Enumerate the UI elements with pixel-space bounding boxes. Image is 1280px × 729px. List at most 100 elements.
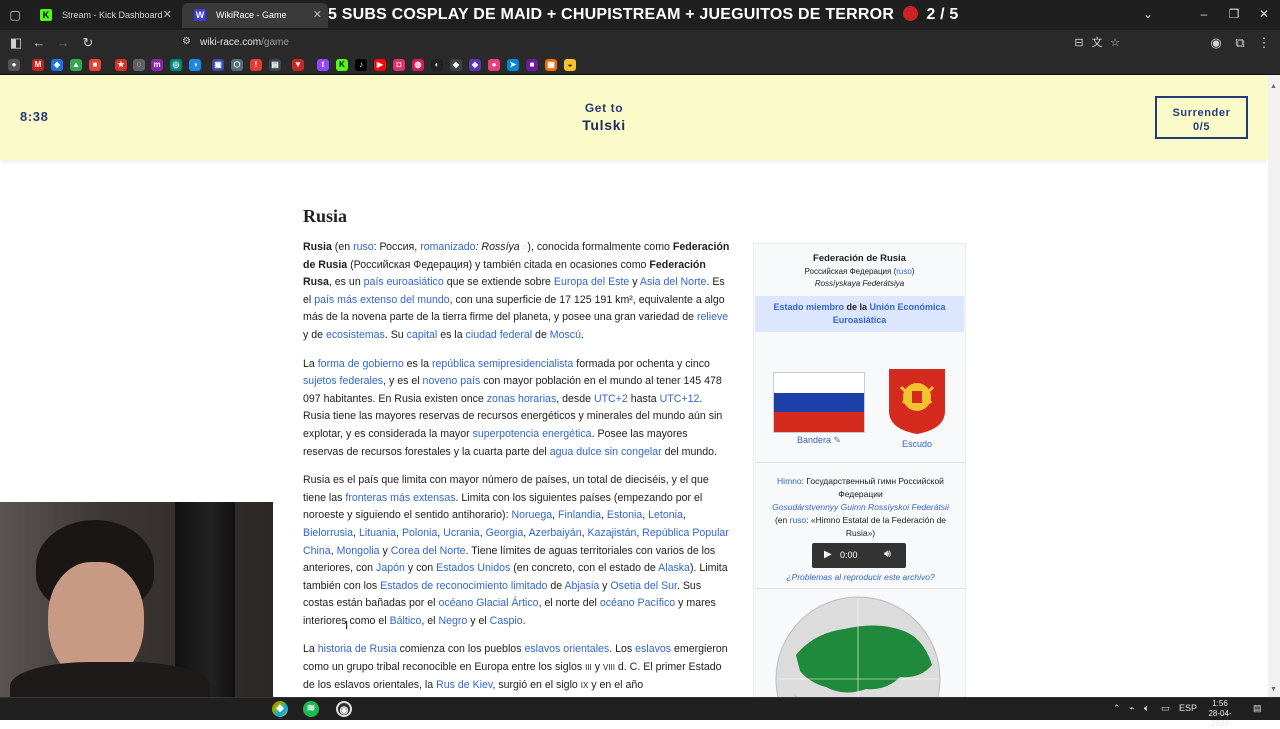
flag-caption[interactable]: Bandera ✎ [773, 435, 865, 446]
coat-of-arms-image[interactable] [887, 367, 947, 435]
article-link[interactable]: república semipresidencialista [432, 358, 573, 370]
article-link[interactable]: Polonia [402, 527, 437, 539]
bookmark-icon[interactable]: ! [250, 59, 262, 71]
bookmark-icon[interactable]: ▼ [292, 59, 304, 71]
article-link[interactable]: historia de Rusia [318, 643, 397, 655]
article-link[interactable]: capital [407, 329, 438, 341]
article-link[interactable]: Estonia [607, 509, 642, 521]
article-link[interactable]: Osetia del Sur [610, 580, 677, 592]
article-link[interactable]: ecosistemas [326, 329, 385, 341]
close-icon[interactable]: ✕ [313, 3, 322, 28]
tray-chevron-icon[interactable]: ⌃ [1113, 703, 1121, 714]
tab-actions-icon[interactable]: ▢ [6, 6, 24, 24]
bookmark-icon[interactable]: ◑ [189, 59, 201, 71]
article-link[interactable]: Negro [438, 615, 467, 627]
bookmark-icon[interactable]: ◆ [51, 59, 63, 71]
bookmark-drive-icon[interactable]: ▲ [70, 59, 82, 71]
article-link[interactable]: UTC+2 [594, 393, 628, 405]
forward-icon[interactable]: → [55, 35, 71, 51]
bookmark-icon[interactable]: ⬡ [231, 59, 243, 71]
article-link[interactable]: Noruega [511, 509, 552, 521]
article-link[interactable]: Báltico [390, 615, 422, 627]
orthographic-map-image[interactable] [774, 595, 942, 697]
article-link[interactable]: agua dulce sin congelar [550, 446, 662, 458]
bookmark-icon[interactable]: ▤ [269, 59, 281, 71]
bookmark-gmail-icon[interactable]: M [32, 59, 44, 71]
article-link[interactable]: superpotencia energética [473, 428, 592, 440]
article-link[interactable]: relieve [697, 311, 728, 323]
article-link[interactable]: ciudad federal [466, 329, 533, 341]
bookmark-icon[interactable]: ◎ [170, 59, 182, 71]
article-link[interactable]: noveno país [423, 375, 481, 387]
taskbar-clock[interactable]: 1:56 28-04-2026 [1200, 699, 1240, 729]
bookmark-icon[interactable]: ◈ [469, 59, 481, 71]
bookmark-icon[interactable]: ◒ [564, 59, 576, 71]
article-link[interactable]: romanizado [420, 241, 475, 253]
article-link[interactable]: eslavos orientales [524, 643, 609, 655]
language-link[interactable]: ruso [896, 267, 912, 276]
article-link[interactable]: forma de gobierno [318, 358, 404, 370]
article-link[interactable]: océano Pacífico [600, 597, 675, 609]
bookmark-icon[interactable]: ◍ [412, 59, 424, 71]
bookmark-twitch-icon[interactable]: t [317, 59, 329, 71]
article-link[interactable]: UTC+12 [660, 393, 700, 405]
bookmark-icon[interactable]: ★ [115, 59, 127, 71]
article-link[interactable]: Mongolia [337, 545, 380, 557]
article-link[interactable]: Japón [376, 562, 405, 574]
back-icon[interactable]: ← [31, 35, 47, 51]
bookmark-icon[interactable]: ● [488, 59, 500, 71]
article-link[interactable]: Letonia [648, 509, 683, 521]
bookmark-icon[interactable]: ◐ [431, 59, 443, 71]
anthem-link[interactable]: Himno [777, 476, 802, 486]
obs-icon[interactable]: ◉ [336, 701, 352, 717]
article-link[interactable]: Moscú [550, 329, 581, 341]
article-link[interactable]: Asia del Norte [640, 276, 707, 288]
bookmark-icon[interactable]: ▦ [545, 59, 557, 71]
close-window-icon[interactable]: ✕ [1257, 7, 1271, 21]
sidebar-toggle-icon[interactable]: ◧ [8, 35, 24, 51]
russia-flag-image[interactable] [773, 372, 865, 433]
extensions-icon[interactable]: ⧉ [1232, 35, 1248, 51]
site-info-icon[interactable]: ⚙ [182, 36, 191, 47]
member-state-link[interactable]: Estado miembro [773, 302, 844, 312]
bookmark-github-icon[interactable]: ● [8, 59, 20, 71]
language-indicator[interactable]: ESP [1179, 703, 1197, 713]
bookmark-icon[interactable]: ◌ [133, 59, 145, 71]
bookmark-tiktok-icon[interactable]: ♪ [355, 59, 367, 71]
close-icon[interactable]: ✕ [163, 3, 172, 28]
article-link[interactable]: Kazajistán [587, 527, 636, 539]
article-link[interactable]: Rus de Kiev [436, 679, 492, 691]
article-link[interactable]: Alaska [658, 562, 690, 574]
article-link[interactable]: Estados de reconocimiento limitado [380, 580, 547, 592]
article-link[interactable]: Estados Unidos [436, 562, 510, 574]
article-link[interactable]: Abjasia [564, 580, 599, 592]
bookmark-icon[interactable]: ◆ [450, 59, 462, 71]
spotify-icon[interactable]: ≋ [303, 701, 319, 717]
tab-wikirace-game[interactable]: W WikiRace - Game ✕ [182, 3, 328, 28]
volume-icon[interactable]: 🔊︎ [884, 548, 891, 561]
bookmark-icon[interactable]: ➤ [507, 59, 519, 71]
article-link[interactable]: Caspio [490, 615, 523, 627]
menu-icon[interactable]: ⋮ [1256, 35, 1272, 51]
copilot-icon[interactable]: ◆ [272, 701, 288, 717]
reload-icon[interactable]: ↻ [80, 35, 96, 51]
surrender-button[interactable]: Surrender 0/5 [1155, 96, 1248, 139]
restore-icon[interactable]: ❐ [1227, 7, 1241, 21]
bookmark-icon[interactable]: m [151, 59, 163, 71]
coat-of-arms-caption[interactable]: Escudo [877, 439, 957, 449]
article-link[interactable]: Finlandia [558, 509, 601, 521]
scroll-down-icon[interactable]: ▼ [1270, 686, 1277, 693]
article-link[interactable]: fronteras más extensas [345, 492, 455, 504]
playback-problems-link[interactable]: ¿Problemas al reproducir este archivo? [762, 572, 959, 582]
bookmark-icon[interactable]: ■ [89, 59, 101, 71]
language-link[interactable]: ruso [790, 515, 807, 525]
bookmark-icon[interactable]: ■ [526, 59, 538, 71]
scroll-up-icon[interactable]: ▲ [1270, 83, 1277, 90]
play-icon[interactable]: ▶ [824, 549, 832, 560]
bookmark-icon[interactable]: ▣ [212, 59, 224, 71]
bookmark-youtube-icon[interactable]: ▶ [374, 59, 386, 71]
article-link[interactable]: Azerbaiyán [529, 527, 582, 539]
address-field[interactable]: ⚙ wiki-race.com/game ⊟ 文 ☆ [172, 33, 1132, 53]
pencil-icon[interactable]: ✎ [834, 435, 842, 445]
volume-tray-icon[interactable]: 🔈︎ [1144, 703, 1149, 714]
